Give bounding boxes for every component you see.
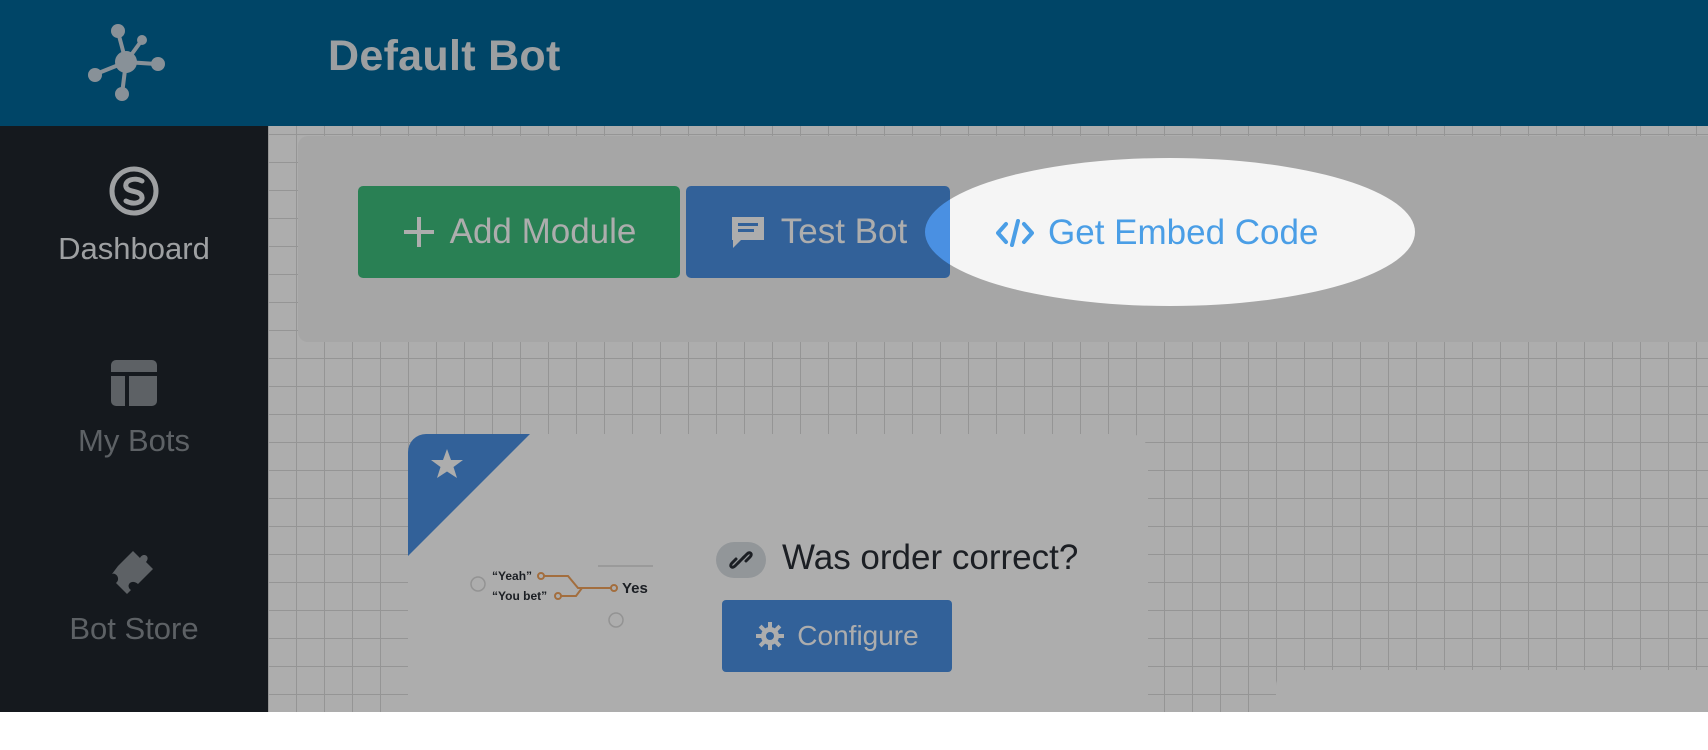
sidebar-item-label: Dashboard (58, 231, 210, 266)
plus-icon (402, 215, 436, 249)
top-header-bar: Default Bot (0, 0, 1708, 126)
layout-icon (0, 358, 268, 413)
link-icon (716, 542, 766, 578)
sidebar-item-label: My Bots (78, 423, 190, 458)
configure-button[interactable]: Configure (722, 600, 952, 672)
module-title: Was order correct? (782, 538, 1079, 577)
code-brackets-icon (996, 218, 1034, 248)
intent-illustration: “Yeah” “You bet” Yes (468, 562, 658, 647)
configure-label: Configure (797, 620, 919, 651)
chat-bubble-icon (729, 214, 767, 250)
dashboard-s-icon (0, 166, 268, 221)
sidebar-item-my-bots[interactable]: My Bots (0, 358, 268, 459)
illustration-output: Yes (622, 580, 648, 597)
get-embed-code-link[interactable]: Get Embed Code (996, 208, 1318, 258)
sidebar-item-label: Bot Store (69, 611, 199, 646)
add-module-label: Add Module (449, 212, 637, 251)
sidebar-item-bot-store[interactable]: Bot Store (0, 546, 268, 647)
illustration-input-1: “Yeah” (492, 569, 532, 583)
test-bot-button[interactable]: Test Bot (686, 186, 950, 278)
sidebar: Dashboard My Bots Bot Store (0, 126, 268, 712)
sidebar-item-dashboard[interactable]: Dashboard (0, 166, 268, 267)
test-bot-label: Test Bot (780, 212, 908, 251)
module-card[interactable]: “Yeah” “You bet” Yes Was order correct? (408, 434, 1148, 734)
star-icon (408, 434, 530, 561)
illustration-input-2: “You bet” (492, 589, 547, 603)
puzzle-piece-icon (0, 546, 268, 601)
get-embed-code-label: Get Embed Code (1048, 213, 1319, 252)
page-title: Default Bot (328, 32, 561, 80)
module-card-partial[interactable] (1276, 670, 1708, 750)
molecule-network-icon[interactable] (86, 22, 166, 102)
gear-icon (755, 621, 785, 651)
add-module-button[interactable]: Add Module (358, 186, 680, 278)
